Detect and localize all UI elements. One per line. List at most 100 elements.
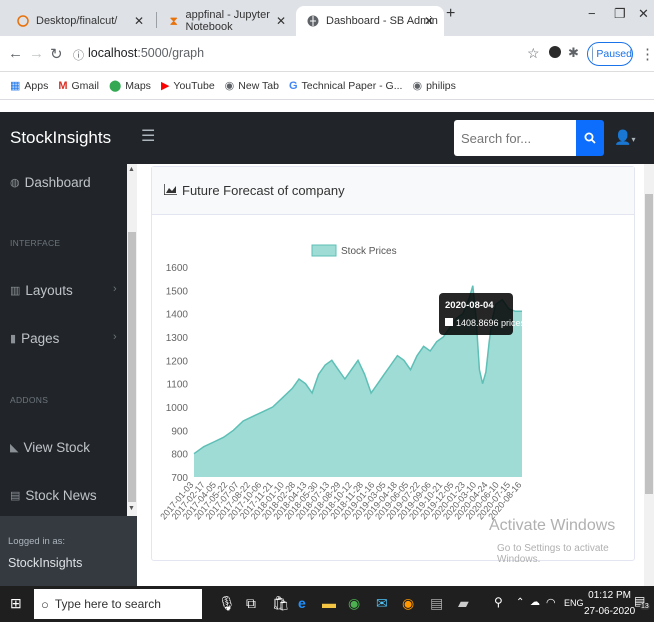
info-icon[interactable]: ⓘ <box>73 47 84 63</box>
back-arrow-icon[interactable]: ← <box>8 45 23 62</box>
avatar <box>592 46 594 62</box>
taskbar-search-placeholder: Type here to search <box>54 597 161 611</box>
main-scrollbar-thumb[interactable] <box>645 194 653 494</box>
profile-status: Paused <box>596 48 632 60</box>
dashboard-icon: ◍ <box>10 177 20 189</box>
activate-windows-subtitle: Go to Settings to activate Windows. <box>497 543 609 565</box>
columns-icon: ▥ <box>10 285 21 297</box>
y-tick-label: 1200 <box>166 356 189 367</box>
y-tick-label: 1400 <box>166 310 189 321</box>
star-icon[interactable]: ☆ <box>527 45 540 62</box>
search-icon: ○ <box>41 596 49 612</box>
restore-icon[interactable]: ❐ <box>614 6 626 22</box>
tab-separator <box>156 12 157 28</box>
scroll-down-icon[interactable]: ▼ <box>128 505 135 512</box>
url-field[interactable]: localhost:5000/graph <box>88 46 204 60</box>
search-button[interactable] <box>576 120 604 156</box>
reload-icon[interactable]: ↻ <box>50 45 63 63</box>
book-icon: ▮ <box>10 333 17 345</box>
sidebar-item-layouts[interactable]: ▥ Layouts <box>10 283 73 298</box>
chrome-canary-icon[interactable]: ◉ <box>402 595 414 612</box>
bookmark-youtube[interactable]: ▶ YouTube <box>161 79 215 93</box>
chrome-icon[interactable]: ◉ <box>348 595 360 612</box>
clock-time: 01:12 PM <box>588 590 631 601</box>
bookmark-new-tab[interactable]: ◉ New Tab <box>225 79 279 93</box>
tooltip-value: 1408.8696 prices <box>456 318 526 328</box>
more-menu-icon[interactable]: ⋮ <box>640 45 654 63</box>
tab-label: Dashboard - SB Admin <box>326 15 438 27</box>
store-icon[interactable]: 🛍 <box>272 595 290 612</box>
close-tab-icon[interactable]: ✕ <box>424 14 434 28</box>
puzzle-icon[interactable]: ✱ <box>568 45 579 61</box>
people-icon[interactable]: ⚲ <box>494 595 503 609</box>
y-tick-label: 800 <box>171 450 188 461</box>
user-icon: 👤 <box>614 129 632 145</box>
sidebar-heading-interface: INTERFACE <box>10 238 61 248</box>
pen-icon[interactable]: ▰ <box>458 595 469 612</box>
windows-start-icon[interactable]: ⊞ <box>10 595 22 612</box>
search-input[interactable] <box>454 120 576 156</box>
tooltip-date: 2020-08-04 <box>445 300 494 311</box>
activate-windows-title: Activate Windows <box>489 517 616 534</box>
mail-icon[interactable]: ✉ <box>376 595 388 612</box>
profile-button[interactable]: Paused <box>587 42 633 66</box>
forward-arrow-icon[interactable]: → <box>29 45 44 62</box>
bookmark-label: philips <box>426 79 456 92</box>
forecast-chart: 7008009001000110012001300140015001600201… <box>158 244 526 522</box>
user-dropdown[interactable]: 👤▾ <box>614 129 635 146</box>
app-icon[interactable]: ▤ <box>430 595 443 612</box>
close-tab-icon[interactable]: ✕ <box>276 14 286 28</box>
sidebar-item-view-stock[interactable]: ◣ View Stock <box>10 440 90 455</box>
chart-area-icon: ◣ <box>10 442 19 454</box>
sidebar-scrollbar-thumb[interactable] <box>128 232 136 502</box>
browser-tab-bar: Desktop/finalcut/ ✕ ⧗ appfinal - Jupyter… <box>0 0 654 36</box>
file-explorer-icon[interactable]: ▬ <box>322 595 336 611</box>
tray-chevron-icon[interactable]: ⌃ <box>516 597 524 608</box>
globe-icon: ◉ <box>412 80 423 92</box>
minimize-icon[interactable]: − <box>588 6 596 21</box>
bookmark-label: Apps <box>24 79 49 92</box>
url-host: localhost <box>88 46 138 60</box>
sidebar-item-label: View Stock <box>23 440 90 455</box>
language-indicator[interactable]: ENG <box>564 598 584 608</box>
sidebar-item-label: Stock News <box>25 488 97 503</box>
sidebar-item-label: Layouts <box>25 283 73 298</box>
sidebar-item-stock-news[interactable]: ▤ Stock News <box>10 488 97 503</box>
sidebar-item-dashboard[interactable]: ◍ Dashboard <box>10 175 91 190</box>
hourglass-icon: ⧗ <box>169 13 178 28</box>
new-tab-button[interactable]: + <box>446 5 455 23</box>
taskbar-search[interactable]: ○ Type here to search <box>34 589 202 619</box>
sidebar-toggle-icon[interactable]: ☰ <box>141 126 155 146</box>
tab-jupyter[interactable]: ⧗ appfinal - Jupyter Notebook ✕ <box>158 6 296 36</box>
bookmark-maps[interactable]: ⬤ Maps <box>109 79 151 93</box>
sidebar: ◍ Dashboard INTERFACE ▥ Layouts › ▮ Pages ›… <box>0 164 137 586</box>
bookmark-gmail[interactable]: M Gmail <box>58 80 99 92</box>
bookmarks-bar: ▦ Apps M Gmail ⬤ Maps ▶ YouTube ◉ New Tab G Te… <box>0 72 654 100</box>
edge-icon[interactable]: e <box>298 595 306 611</box>
close-window-icon[interactable]: ✕ <box>638 6 649 22</box>
brand-link[interactable]: StockInsights <box>10 128 111 148</box>
notification-icon[interactable]: ▤ 13 <box>634 594 650 614</box>
sidebar-item-label: Dashboard <box>24 175 91 190</box>
task-view-icon[interactable]: ⧉ <box>246 595 256 612</box>
microphone-icon[interactable]: 🎙 <box>218 595 236 612</box>
onedrive-icon[interactable]: ☁ <box>530 597 540 608</box>
extension-icon[interactable] <box>549 45 561 63</box>
logged-in-label: Logged in as: <box>8 536 66 547</box>
network-icon[interactable]: ◠ <box>546 596 556 609</box>
close-tab-icon[interactable]: ✕ <box>134 14 144 28</box>
logged-in-user: StockInsights <box>8 556 83 570</box>
scroll-up-icon[interactable]: ▲ <box>128 166 135 173</box>
bookmark-technical-paper[interactable]: G Technical Paper - G... <box>289 80 403 92</box>
bookmark-apps[interactable]: ▦ Apps <box>10 79 49 93</box>
sidebar-heading-addons: ADDONS <box>10 395 49 405</box>
tab-desktop-finalcut[interactable]: Desktop/finalcut/ ✕ <box>6 6 154 36</box>
sidebar-item-pages[interactable]: ▮ Pages <box>10 331 59 346</box>
tab-dashboard[interactable]: Dashboard - SB Admin ✕ <box>296 6 444 36</box>
chevron-right-icon: › <box>113 283 117 295</box>
y-tick-label: 1300 <box>166 333 189 344</box>
bookmark-philips[interactable]: ◉ philips <box>412 79 456 93</box>
notification-count: 13 <box>640 603 650 610</box>
taskbar-clock[interactable]: 01:12 PM 27-06-2020 <box>584 588 635 620</box>
bookmark-label: Technical Paper - G... <box>301 79 403 92</box>
